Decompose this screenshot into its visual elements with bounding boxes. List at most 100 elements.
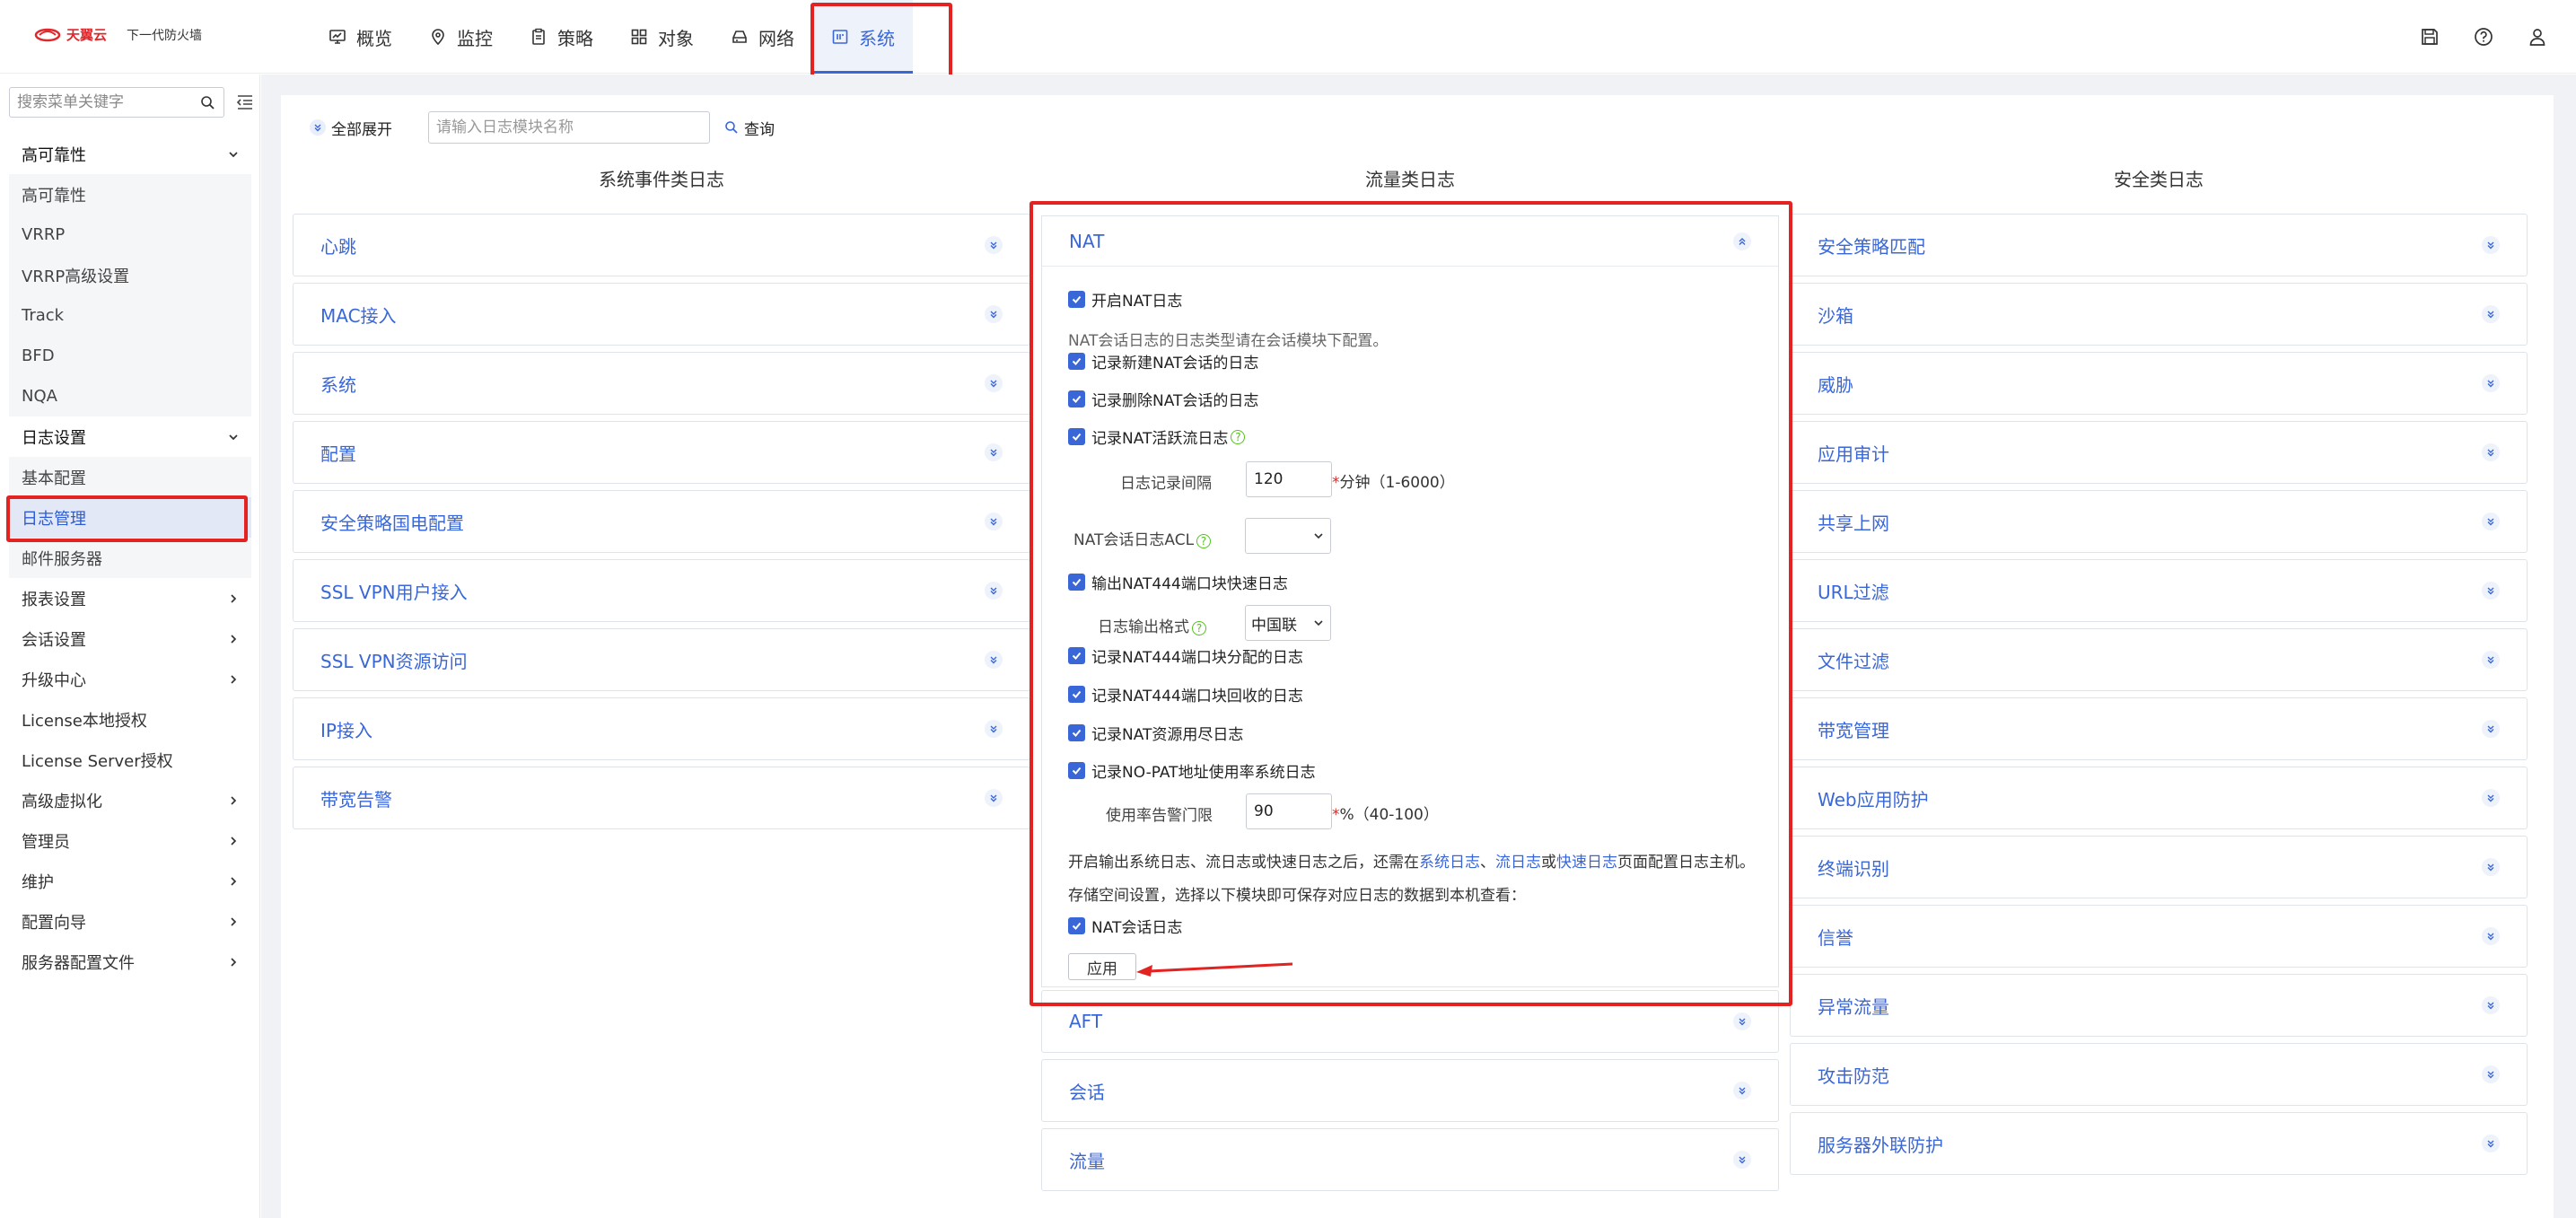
log-module-panel[interactable]: 安全策略国电配置 bbox=[293, 490, 1030, 553]
fast-log-link[interactable]: 快速日志 bbox=[1556, 854, 1617, 872]
chevron-down-icon[interactable] bbox=[985, 305, 1003, 323]
chevron-down-icon[interactable] bbox=[985, 374, 1003, 392]
chevron-down-icon[interactable] bbox=[2482, 858, 2500, 876]
log-new-session-checkbox[interactable] bbox=[1068, 353, 1085, 370]
nav-overview[interactable]: 概览 bbox=[310, 0, 410, 74]
brand[interactable]: 天翼云 下一代防火墙 bbox=[34, 25, 202, 44]
sidebar-item-bfd[interactable]: BFD bbox=[9, 336, 251, 376]
search-icon[interactable] bbox=[198, 93, 216, 111]
acl-select[interactable] bbox=[1245, 518, 1331, 554]
sidebar-group-session[interactable]: 会话设置 bbox=[9, 618, 251, 659]
log-module-panel[interactable]: 带宽管理 bbox=[1790, 697, 2528, 760]
chevron-down-icon[interactable] bbox=[1733, 1012, 1751, 1030]
log-resource-exhaust-checkbox[interactable] bbox=[1068, 724, 1085, 741]
log-active-flow-checkbox[interactable] bbox=[1068, 428, 1085, 445]
log-module-panel[interactable]: MAC接入 bbox=[293, 283, 1030, 346]
sidebar-item-nqa[interactable]: NQA bbox=[9, 376, 251, 416]
log-module-panel[interactable]: AFT bbox=[1041, 990, 1779, 1053]
save-icon[interactable] bbox=[2418, 25, 2441, 48]
chevron-down-icon[interactable] bbox=[985, 443, 1003, 461]
apply-button[interactable]: 应用 bbox=[1068, 953, 1136, 980]
chevron-down-icon[interactable] bbox=[2482, 582, 2500, 600]
log-module-panel[interactable]: 配置 bbox=[293, 421, 1030, 484]
chevron-down-icon[interactable] bbox=[2482, 1135, 2500, 1152]
chevron-down-icon[interactable] bbox=[2482, 927, 2500, 945]
format-select[interactable]: 中国联 bbox=[1245, 605, 1331, 641]
log-444-recycle-checkbox[interactable] bbox=[1068, 686, 1085, 703]
query-button[interactable]: 查询 bbox=[724, 117, 775, 139]
chevron-down-icon[interactable] bbox=[985, 582, 1003, 600]
log-module-panel[interactable]: 流量 bbox=[1041, 1128, 1779, 1191]
chevron-down-icon[interactable] bbox=[2482, 513, 2500, 530]
sidebar-group-wizard[interactable]: 配置向导 bbox=[9, 901, 251, 942]
sidebar-group-ha[interactable]: 高可靠性 bbox=[9, 134, 251, 174]
sidebar-item-track[interactable]: Track bbox=[9, 295, 251, 336]
sidebar-group-log-settings[interactable]: 日志设置 bbox=[9, 416, 251, 457]
save-session-log-checkbox[interactable] bbox=[1068, 917, 1085, 934]
sidebar-item-license-server[interactable]: License Server授权 bbox=[9, 740, 251, 780]
log-module-panel[interactable]: 终端识别 bbox=[1790, 836, 2528, 898]
help-icon[interactable] bbox=[2472, 25, 2495, 48]
log-module-panel[interactable]: 系统 bbox=[293, 352, 1030, 415]
help-icon[interactable]: ? bbox=[1231, 429, 1246, 444]
chevron-down-icon[interactable] bbox=[985, 720, 1003, 738]
chevron-down-icon[interactable] bbox=[1733, 1082, 1751, 1100]
log-module-panel[interactable]: 服务器外联防护 bbox=[1790, 1112, 2528, 1175]
help-icon[interactable]: ? bbox=[1192, 621, 1206, 635]
flow-log-link[interactable]: 流日志 bbox=[1495, 854, 1541, 872]
log-module-panel[interactable]: 沙箱 bbox=[1790, 283, 2528, 346]
chevron-down-icon[interactable] bbox=[2482, 305, 2500, 323]
sidebar-group-server-config[interactable]: 服务器配置文件 bbox=[9, 942, 251, 982]
chevron-down-icon[interactable] bbox=[2482, 236, 2500, 254]
interval-input[interactable] bbox=[1246, 461, 1332, 497]
sidebar-item-log-management[interactable]: 日志管理 bbox=[9, 497, 251, 538]
log-nopat-usage-checkbox[interactable] bbox=[1068, 762, 1085, 779]
chevron-down-icon[interactable] bbox=[985, 236, 1003, 254]
nav-network[interactable]: 网络 bbox=[712, 0, 812, 74]
chevron-down-icon[interactable] bbox=[985, 789, 1003, 807]
sidebar-item-basic-config[interactable]: 基本配置 bbox=[9, 457, 251, 497]
sidebar-search-input[interactable] bbox=[17, 93, 188, 111]
output-444-checkbox[interactable] bbox=[1068, 574, 1085, 591]
chevron-down-icon[interactable] bbox=[1733, 1151, 1751, 1169]
collapse-sidebar-icon[interactable] bbox=[235, 92, 255, 112]
log-444-alloc-checkbox[interactable] bbox=[1068, 647, 1085, 664]
sidebar-item-vrrp[interactable]: VRRP bbox=[9, 215, 251, 255]
chevron-up-icon[interactable] bbox=[1733, 232, 1751, 250]
nav-system[interactable]: 系统 bbox=[812, 0, 913, 74]
nav-object[interactable]: 对象 bbox=[611, 0, 712, 74]
nav-policy[interactable]: 策略 bbox=[511, 0, 611, 74]
sidebar-item-mail-server[interactable]: 邮件服务器 bbox=[9, 538, 251, 578]
log-module-panel[interactable]: 攻击防范 bbox=[1790, 1043, 2528, 1106]
sidebar-item-ha[interactable]: 高可靠性 bbox=[9, 174, 251, 215]
log-module-panel[interactable]: SSL VPN资源访问 bbox=[293, 628, 1030, 691]
log-module-panel[interactable]: 威胁 bbox=[1790, 352, 2528, 415]
chevron-down-icon[interactable] bbox=[2482, 651, 2500, 669]
expand-all-button[interactable]: 全部展开 bbox=[310, 117, 392, 139]
log-module-panel[interactable]: URL过滤 bbox=[1790, 559, 2528, 622]
chevron-down-icon[interactable] bbox=[985, 513, 1003, 530]
chevron-down-icon[interactable] bbox=[2482, 996, 2500, 1014]
sidebar-group-admin[interactable]: 管理员 bbox=[9, 820, 251, 861]
sidebar-item-license-local[interactable]: License本地授权 bbox=[9, 699, 251, 740]
enable-nat-log-checkbox[interactable] bbox=[1068, 291, 1085, 308]
user-icon[interactable] bbox=[2526, 25, 2549, 48]
log-module-panel[interactable]: 共享上网 bbox=[1790, 490, 2528, 553]
module-search-input[interactable] bbox=[428, 111, 710, 144]
log-module-panel[interactable]: IP接入 bbox=[293, 697, 1030, 760]
log-delete-session-checkbox[interactable] bbox=[1068, 390, 1085, 407]
chevron-down-icon[interactable] bbox=[2482, 1065, 2500, 1083]
log-module-panel[interactable]: 安全策略匹配 bbox=[1790, 214, 2528, 276]
sidebar-group-maintenance[interactable]: 维护 bbox=[9, 861, 251, 901]
sidebar-item-vrrp-advanced[interactable]: VRRP高级设置 bbox=[9, 255, 251, 295]
log-module-panel[interactable]: 文件过滤 bbox=[1790, 628, 2528, 691]
log-module-panel[interactable]: 应用审计 bbox=[1790, 421, 2528, 484]
log-module-panel[interactable]: Web应用防护 bbox=[1790, 767, 2528, 829]
log-module-panel[interactable]: 会话 bbox=[1041, 1059, 1779, 1122]
sidebar-group-virtualization[interactable]: 高级虚拟化 bbox=[9, 780, 251, 820]
log-module-panel[interactable]: 带宽告警 bbox=[293, 767, 1030, 829]
log-module-panel[interactable]: SSL VPN用户接入 bbox=[293, 559, 1030, 622]
system-log-link[interactable]: 系统日志 bbox=[1419, 854, 1480, 872]
nav-monitor[interactable]: 监控 bbox=[410, 0, 511, 74]
log-module-panel[interactable]: 信誉 bbox=[1790, 905, 2528, 968]
